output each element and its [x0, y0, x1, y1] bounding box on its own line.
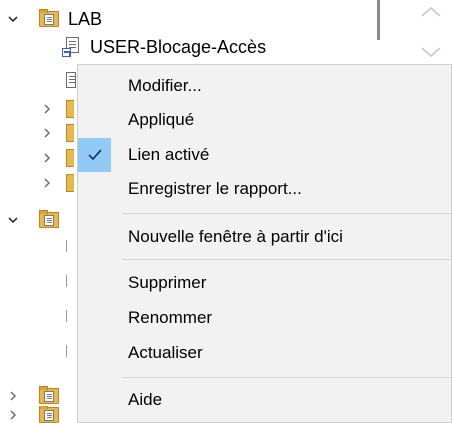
folder-icon — [66, 100, 74, 118]
tree-node-expanded[interactable] — [6, 206, 60, 234]
menu-item-applique[interactable]: Appliqué — [78, 103, 451, 137]
gpo-link-icon — [64, 71, 76, 93]
tree-node-hidden[interactable] — [64, 68, 76, 96]
check-icon — [78, 138, 111, 172]
gpo-link-icon — [62, 36, 82, 58]
chevron-right-icon[interactable] — [6, 389, 20, 403]
ou-folder-icon — [38, 386, 60, 406]
tree-node-label: LAB — [68, 8, 103, 29]
tree-node-collapsed[interactable] — [40, 119, 74, 147]
chevron-right-icon[interactable] — [40, 151, 54, 165]
menu-item-enregistrer-rapport[interactable]: Enregistrer le rapport... — [78, 172, 451, 206]
menu-item-label: Aide — [128, 390, 163, 409]
menu-item-label: Lien activé — [128, 145, 210, 164]
scroll-up-icon[interactable] — [420, 6, 442, 18]
context-menu: Modifier... Appliqué Lien activé Enregis… — [77, 64, 452, 423]
tree-children-stubs — [66, 240, 70, 390]
menu-item-modifier[interactable]: Modifier... — [78, 69, 451, 103]
menu-item-label: Modifier... — [128, 76, 202, 95]
pane-splitter[interactable] — [377, 0, 380, 40]
tree-node-collapsed[interactable] — [40, 169, 74, 197]
folder-icon — [66, 124, 74, 142]
menu-item-actualiser[interactable]: Actualiser — [78, 336, 451, 370]
menu-item-lien-active[interactable]: Lien activé — [78, 138, 451, 172]
ou-folder-icon — [38, 9, 60, 29]
tree-node-label: USER-Blocage-Accès — [90, 36, 267, 57]
menu-item-renommer[interactable]: Renommer — [78, 301, 451, 335]
tree-node-lab[interactable]: LAB — [6, 5, 102, 33]
tree-node-collapsed[interactable] — [6, 406, 60, 423]
tree-node-collapsed[interactable] — [40, 144, 74, 172]
menu-item-nouvelle-fenetre[interactable]: Nouvelle fenêtre à partir d'ici — [78, 220, 451, 254]
menu-item-aide[interactable]: Aide — [78, 383, 451, 417]
menu-item-label: Supprimer — [128, 273, 207, 292]
menu-item-label: Renommer — [128, 308, 213, 327]
chevron-down-icon[interactable] — [6, 213, 20, 227]
menu-item-label: Enregistrer le rapport... — [128, 179, 302, 198]
folder-icon — [66, 149, 74, 167]
chevron-right-icon[interactable] — [40, 126, 54, 140]
menu-separator — [122, 377, 451, 378]
ou-folder-icon — [38, 210, 60, 230]
scroll-down-icon[interactable] — [420, 46, 442, 58]
menu-item-supprimer[interactable]: Supprimer — [78, 266, 451, 300]
menu-separator — [122, 259, 451, 260]
tree-node-gpo-link[interactable]: USER-Blocage-Accès — [62, 33, 266, 61]
chevron-right-icon[interactable] — [6, 408, 20, 422]
chevron-right-icon[interactable] — [40, 102, 54, 116]
menu-item-label: Nouvelle fenêtre à partir d'ici — [128, 227, 343, 246]
menu-item-label: Appliqué — [128, 110, 195, 129]
menu-separator — [122, 213, 451, 214]
ou-folder-icon — [38, 406, 60, 423]
folder-icon — [66, 174, 74, 192]
menu-item-label: Actualiser — [128, 343, 203, 362]
chevron-right-icon[interactable] — [40, 176, 54, 190]
chevron-down-icon[interactable] — [6, 12, 20, 26]
